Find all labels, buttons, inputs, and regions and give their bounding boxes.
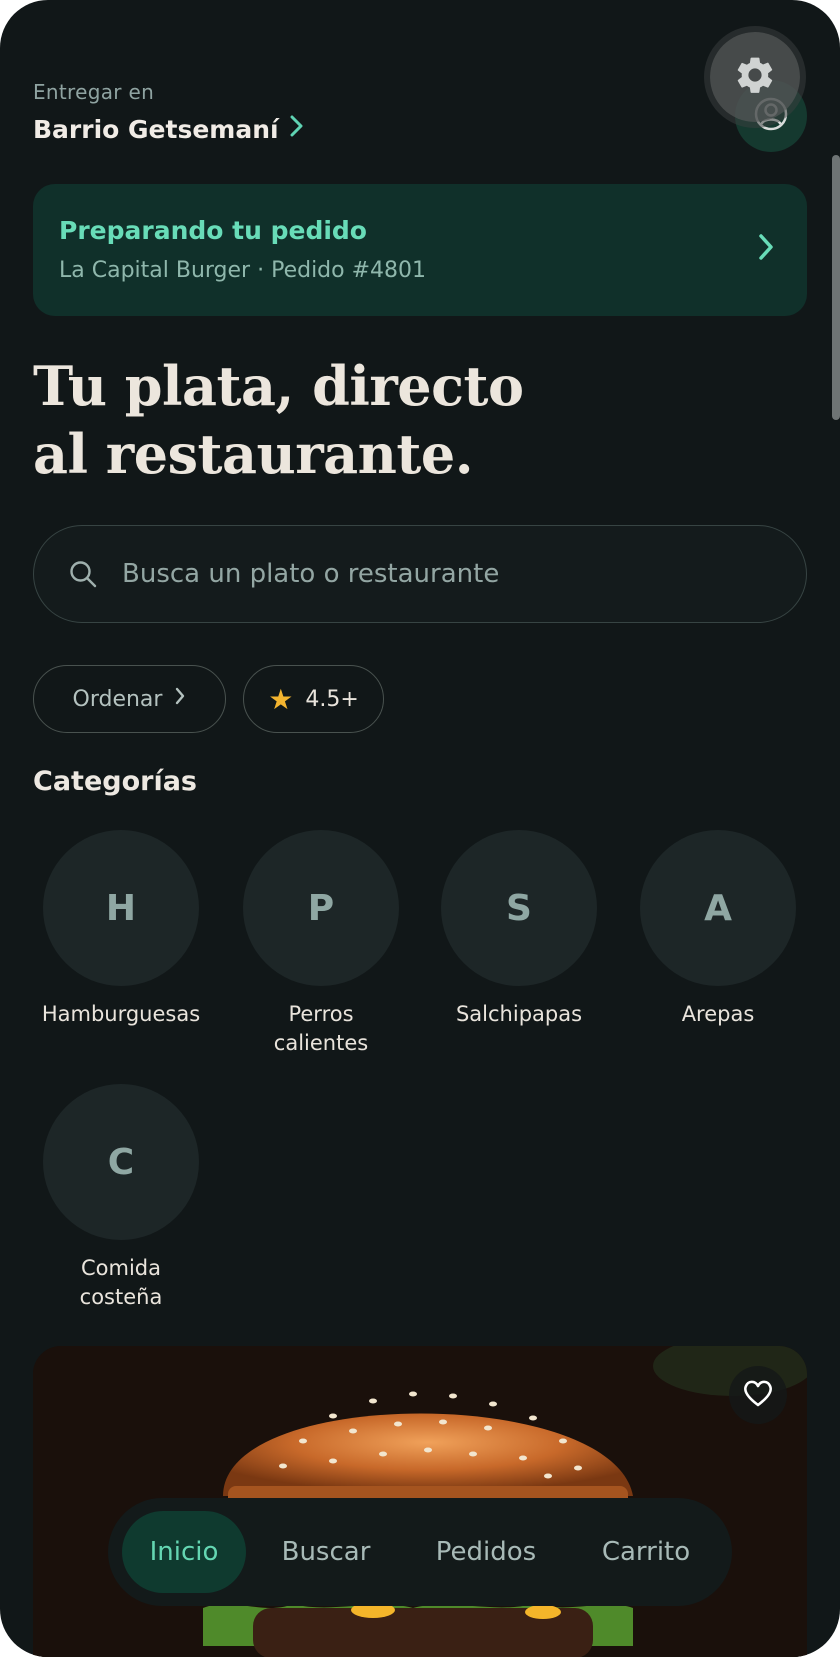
- category-initial: C: [43, 1084, 199, 1240]
- search-icon: [68, 559, 98, 589]
- category-salchipapas[interactable]: S Salchipapas: [419, 830, 619, 1029]
- order-status-subtitle: La Capital Burger · Pedido #4801: [59, 258, 427, 283]
- nav-item-buscar[interactable]: Buscar: [246, 1511, 406, 1593]
- chevron-right-icon: [174, 686, 186, 712]
- nav-item-carrito[interactable]: Carrito: [566, 1511, 726, 1593]
- headline-line-2: al restaurante.: [33, 422, 474, 486]
- category-perros-calientes[interactable]: P Perros calientes: [221, 830, 421, 1058]
- chevron-right-icon: [289, 114, 305, 144]
- nav-item-pedidos[interactable]: Pedidos: [406, 1511, 566, 1593]
- star-icon: ★: [268, 682, 294, 716]
- page-headline: Tu plata, directo al restaurante.: [33, 352, 733, 488]
- scrollbar[interactable]: [832, 155, 840, 420]
- settings-button[interactable]: [710, 32, 800, 122]
- category-initial: S: [441, 830, 597, 986]
- sort-label: Ordenar: [72, 686, 163, 712]
- categories-title: Categorías: [33, 766, 197, 797]
- rating-label: 4.5+: [305, 686, 359, 712]
- order-status-title: Preparando tu pedido: [59, 216, 367, 245]
- order-status-banner[interactable]: Preparando tu pedido La Capital Burger ·…: [33, 184, 807, 316]
- category-initial: H: [43, 830, 199, 986]
- category-hamburguesas[interactable]: H Hamburguesas: [21, 830, 221, 1029]
- gear-icon: [733, 53, 777, 101]
- app-screen: Entregar en Barrio Getsemaní Preparando …: [0, 0, 840, 1657]
- bottom-navigation: Inicio Buscar Pedidos Carrito: [108, 1498, 732, 1606]
- deliver-label: Entregar en: [33, 80, 155, 104]
- category-label: Salchipapas: [455, 1002, 583, 1026]
- rating-filter-chip[interactable]: ★ 4.5+: [243, 665, 384, 733]
- chevron-right-icon: [757, 232, 775, 266]
- nav-item-inicio[interactable]: Inicio: [122, 1511, 246, 1593]
- category-label: Arepas: [681, 1002, 755, 1026]
- address-text: Barrio Getsemaní: [33, 114, 279, 144]
- search-input[interactable]: [122, 559, 742, 589]
- favorite-button[interactable]: [729, 1366, 787, 1424]
- category-initial: P: [243, 830, 399, 986]
- sort-chip[interactable]: Ordenar: [33, 665, 226, 733]
- search-bar[interactable]: [33, 525, 807, 623]
- category-label: Comida costeña: [79, 1256, 163, 1309]
- category-initial: A: [640, 830, 796, 986]
- address-selector[interactable]: Barrio Getsemaní: [33, 114, 305, 144]
- category-label: Hamburguesas: [41, 1002, 201, 1026]
- category-comida-costena[interactable]: C Comida costeña: [21, 1084, 221, 1312]
- headline-line-1: Tu plata, directo: [33, 354, 524, 418]
- category-label: Perros calientes: [273, 1002, 369, 1055]
- category-arepas[interactable]: A Arepas: [618, 830, 818, 1029]
- heart-icon: [742, 1378, 774, 1412]
